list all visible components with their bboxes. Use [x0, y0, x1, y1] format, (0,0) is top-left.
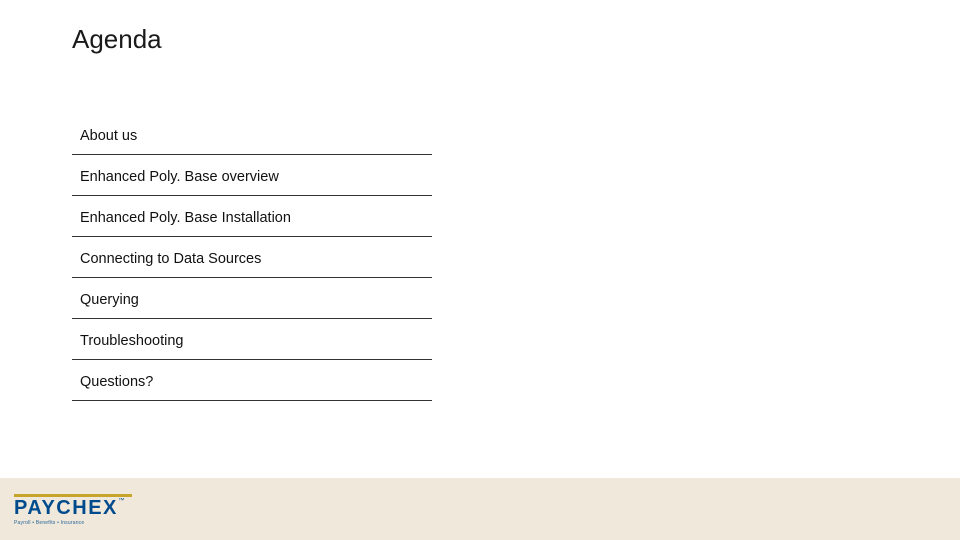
trademark-icon: ™ — [118, 498, 126, 504]
slide: Agenda About us Enhanced Poly. Base over… — [0, 0, 960, 540]
agenda-item: Questions? — [72, 360, 432, 401]
agenda-item: Querying — [72, 278, 432, 319]
logo-tagline: Payroll • Benefits • Insurance — [14, 520, 134, 526]
logo-wordmark: PAYCHEX ™ — [14, 498, 118, 518]
agenda-item: Enhanced Poly. Base Installation — [72, 196, 432, 237]
agenda-list: About us Enhanced Poly. Base overview En… — [72, 114, 432, 401]
agenda-item: About us — [72, 114, 432, 155]
slide-title: Agenda — [72, 24, 162, 55]
footer-bar: PAYCHEX ™ Payroll • Benefits • Insurance — [0, 478, 960, 540]
agenda-item: Troubleshooting — [72, 319, 432, 360]
paychex-logo: PAYCHEX ™ Payroll • Benefits • Insurance — [14, 494, 134, 526]
logo-text: PAYCHEX — [14, 497, 118, 519]
agenda-item: Enhanced Poly. Base overview — [72, 155, 432, 196]
agenda-item: Connecting to Data Sources — [72, 237, 432, 278]
